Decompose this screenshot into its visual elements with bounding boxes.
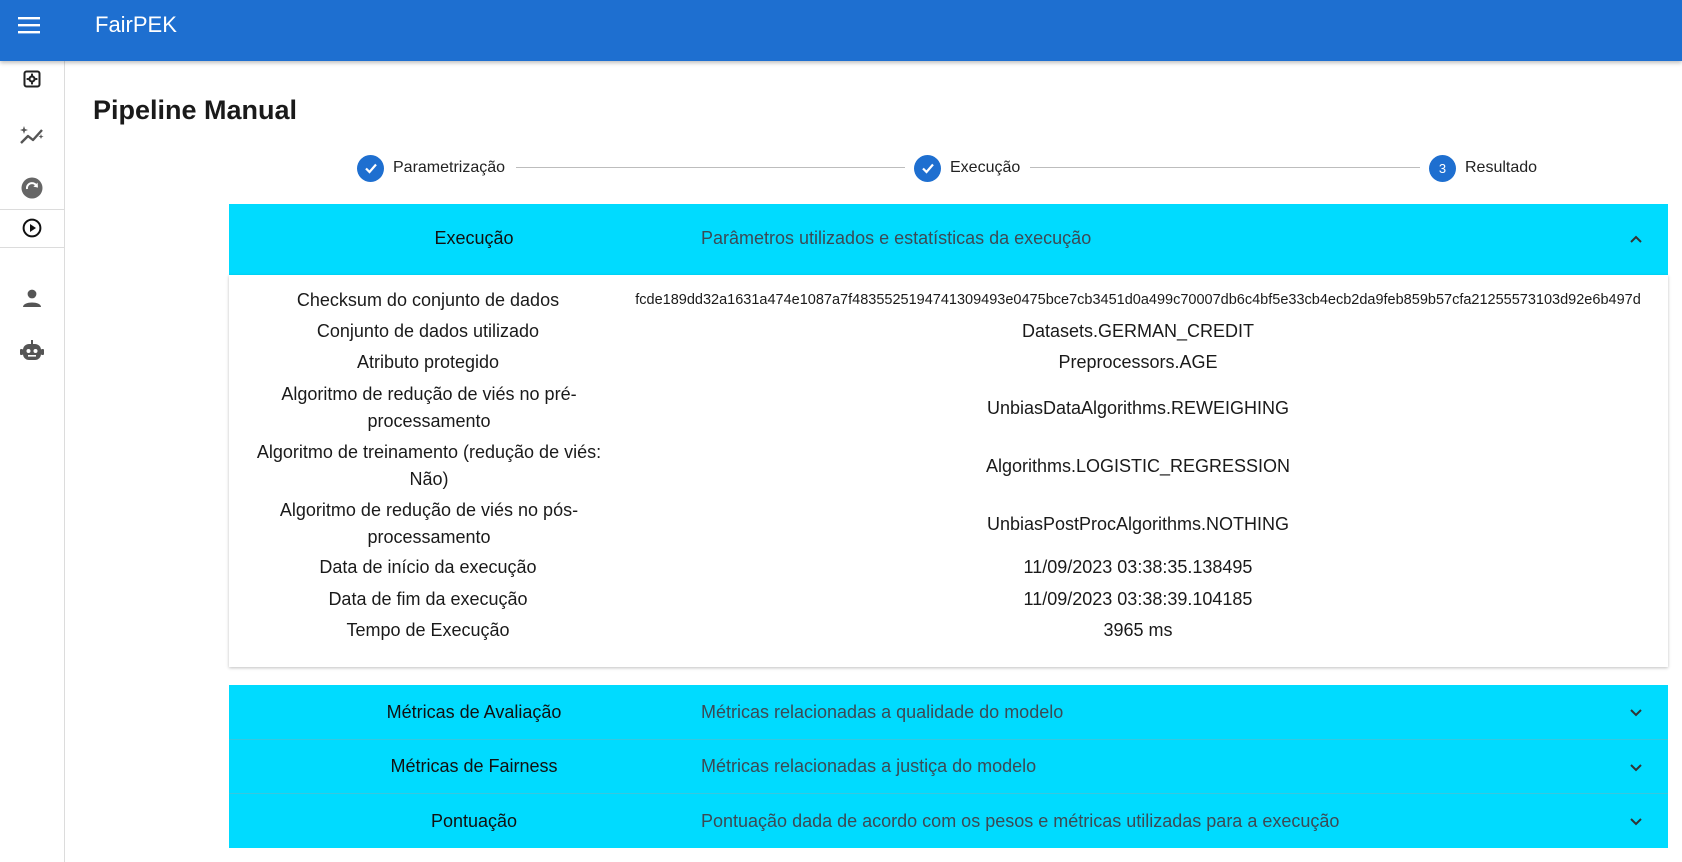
check-icon	[914, 154, 941, 182]
row-value: 11/09/2023 03:38:39.104185	[1023, 589, 1253, 609]
chevron-down-icon[interactable]	[1626, 757, 1646, 777]
panel-header-pontuacao[interactable]: Pontuação Pontuação dada de acordo com o…	[229, 794, 1668, 848]
row-label: Data de início da execução	[319, 557, 537, 577]
panel-header-metricas-avaliacao[interactable]: Métricas de Avaliação Métricas relaciona…	[229, 685, 1668, 739]
row-value: fcde189dd32a1631a474e1087a7f483552519474…	[635, 292, 1641, 308]
step-resultado[interactable]: 3 Resultado	[1429, 153, 1537, 183]
app-bar: FairPEK	[0, 0, 1682, 61]
row-value: Preprocessors.AGE	[1058, 352, 1218, 372]
sidebar	[0, 61, 65, 862]
chevron-down-icon[interactable]	[1626, 811, 1646, 831]
row-value: UnbiasDataAlgorithms.REWEIGHING	[986, 398, 1290, 418]
panel-title: Métricas de Fairness	[390, 756, 558, 776]
chevron-up-icon[interactable]	[1626, 229, 1646, 249]
row-label: Tempo de Execução	[346, 620, 510, 640]
step-number-badge: 3	[1429, 154, 1456, 182]
row-value: 3965 ms	[1103, 620, 1173, 640]
stepper: Parametrização Execução 3 Resultado	[357, 153, 1542, 183]
sidebar-item-user[interactable]	[0, 278, 64, 318]
panel-header-metricas-fairness[interactable]: Métricas de Fairness Métricas relacionad…	[229, 740, 1668, 793]
sidebar-item-charts[interactable]	[0, 115, 64, 155]
refresh-circle-icon	[21, 177, 43, 199]
sidebar-item-refresh[interactable]	[0, 168, 64, 208]
sidebar-item-settings[interactable]	[0, 61, 64, 97]
row-label: Data de fim da execução	[328, 589, 528, 609]
person-icon	[23, 289, 41, 307]
panel-description: Métricas relacionadas a justiça do model…	[701, 756, 1037, 776]
row-value: Algorithms.LOGISTIC_REGRESSION	[985, 456, 1291, 476]
row-label: Algoritmo de redução de viés no pós-proc…	[279, 500, 579, 547]
row-value: Datasets.GERMAN_CREDIT	[1021, 321, 1255, 341]
app-title: FairPEK	[95, 12, 177, 37]
panel-description: Pontuação dada de acordo com os pesos e …	[701, 811, 1340, 831]
row-label: Checksum do conjunto de dados	[296, 290, 560, 310]
sidebar-item-run[interactable]	[0, 212, 64, 244]
panel-title: Execução	[434, 228, 514, 248]
step-label: Execução	[950, 159, 1021, 176]
menu-button[interactable]	[14, 10, 44, 40]
play-circle-icon	[22, 218, 42, 238]
sidebar-divider	[0, 247, 64, 248]
page-title: Pipeline Manual	[93, 95, 298, 125]
step-label: Parametrização	[393, 159, 506, 176]
panel-header-execucao[interactable]: Execução Parâmetros utilizados e estatís…	[229, 204, 1668, 275]
panel-description: Parâmetros utilizados e estatísticas da …	[701, 228, 1092, 248]
step-connector	[516, 167, 905, 168]
step-parametrizacao[interactable]: Parametrização	[357, 153, 505, 183]
step-execucao[interactable]: Execução	[914, 153, 1020, 183]
sidebar-divider	[0, 209, 64, 210]
row-label: Algoritmo de treinamento (redução de vié…	[256, 442, 602, 489]
robot-icon	[20, 340, 44, 360]
chevron-down-icon[interactable]	[1626, 702, 1646, 722]
settings-box-icon	[23, 70, 41, 88]
hamburger-menu-icon	[18, 17, 40, 34]
chart-sparkle-icon	[20, 126, 44, 144]
row-value: UnbiasPostProcAlgorithms.NOTHING	[986, 514, 1290, 534]
row-value: 11/09/2023 03:38:35.138495	[1023, 557, 1253, 577]
panel-description: Métricas relacionadas a qualidade do mod…	[701, 702, 1064, 722]
step-connector	[1030, 167, 1420, 168]
sidebar-item-robot[interactable]	[0, 331, 64, 371]
row-label: Conjunto de dados utilizado	[316, 321, 540, 341]
panel-title: Métricas de Avaliação	[386, 702, 562, 722]
check-icon	[357, 154, 384, 182]
panel-body-execucao: Checksum do conjunto de dados fcde189dd3…	[229, 275, 1668, 667]
panel-title: Pontuação	[430, 811, 518, 831]
row-label: Atributo protegido	[356, 352, 500, 372]
step-label: Resultado	[1465, 159, 1538, 176]
row-label: Algoritmo de redução de viés no pré-proc…	[281, 384, 577, 431]
